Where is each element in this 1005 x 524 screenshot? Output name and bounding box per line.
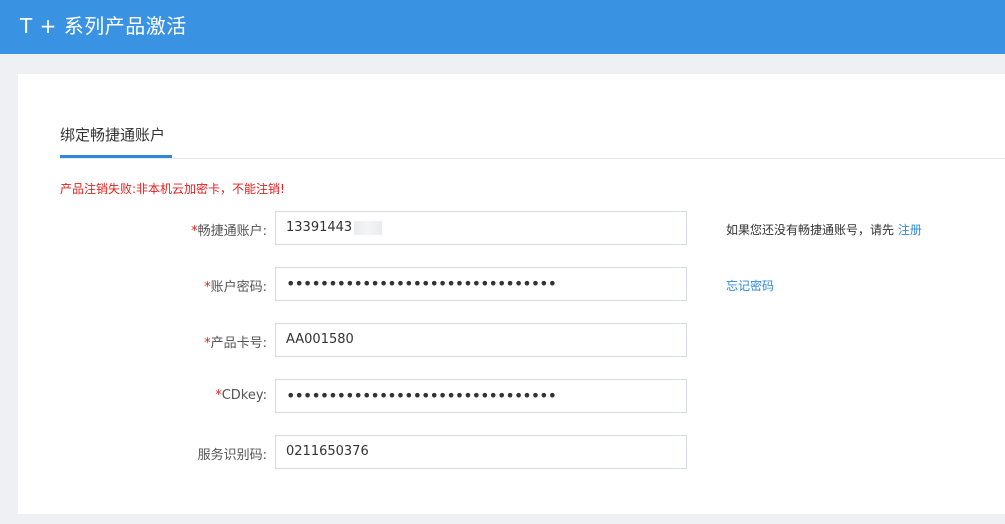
active-tab-indicator [60,155,172,158]
card-number-label: *产品卡号: [204,332,267,351]
account-label-text: 畅捷通账户: [197,224,267,239]
account-value: 13391443 [286,220,353,235]
password-label: *账户密码: [204,276,267,295]
service-code-row: 服务识别码: 0211650376 [18,435,1005,471]
card-number-input[interactable]: AA001580 [275,323,687,357]
account-label: *畅捷通账户: [191,220,267,239]
password-input[interactable]: •••••••••••••••••••••••••••••••• [275,267,687,301]
cdkey-label: *CDkey: [215,388,267,403]
card-number-label-text: 产品卡号: [210,336,267,351]
cdkey-row: *CDkey: •••••••••••••••••••••••••••••••• [18,379,1005,415]
register-hint-text: 如果您还没有畅捷通账号，请先 [726,223,895,237]
card-number-row: *产品卡号: AA001580 [18,323,1005,359]
tab-divider [60,158,1005,159]
forgot-password-link[interactable]: 忘记密码 [726,277,774,294]
error-message: 产品注销失败:非本机云加密卡，不能注销! [60,182,285,196]
cdkey-input[interactable]: •••••••••••••••••••••••••••••••• [275,379,687,413]
header-bar: T + 系列产品激活 [0,0,1005,54]
page-title: T + 系列产品激活 [20,14,187,38]
activation-panel: 绑定畅捷通账户 产品注销失败:非本机云加密卡，不能注销! *畅捷通账户: 133… [18,74,1005,514]
tab-bind-account[interactable]: 绑定畅捷通账户 [60,124,165,145]
service-code-input[interactable]: 0211650376 [275,435,687,469]
service-code-label: 服务识别码: [197,448,267,463]
account-row: *畅捷通账户: 13391443 如果您还没有畅捷通账号，请先 注册 [18,211,1005,247]
cdkey-label-text: CDkey: [221,388,267,403]
password-label-text: 账户密码: [210,280,267,295]
account-input[interactable]: 13391443 [275,211,687,245]
register-link[interactable]: 注册 [898,223,922,237]
password-row: *账户密码: •••••••••••••••••••••••••••••••• … [18,267,1005,303]
redacted-blur [354,220,383,235]
register-hint: 如果您还没有畅捷通账号，请先 注册 [726,221,922,238]
